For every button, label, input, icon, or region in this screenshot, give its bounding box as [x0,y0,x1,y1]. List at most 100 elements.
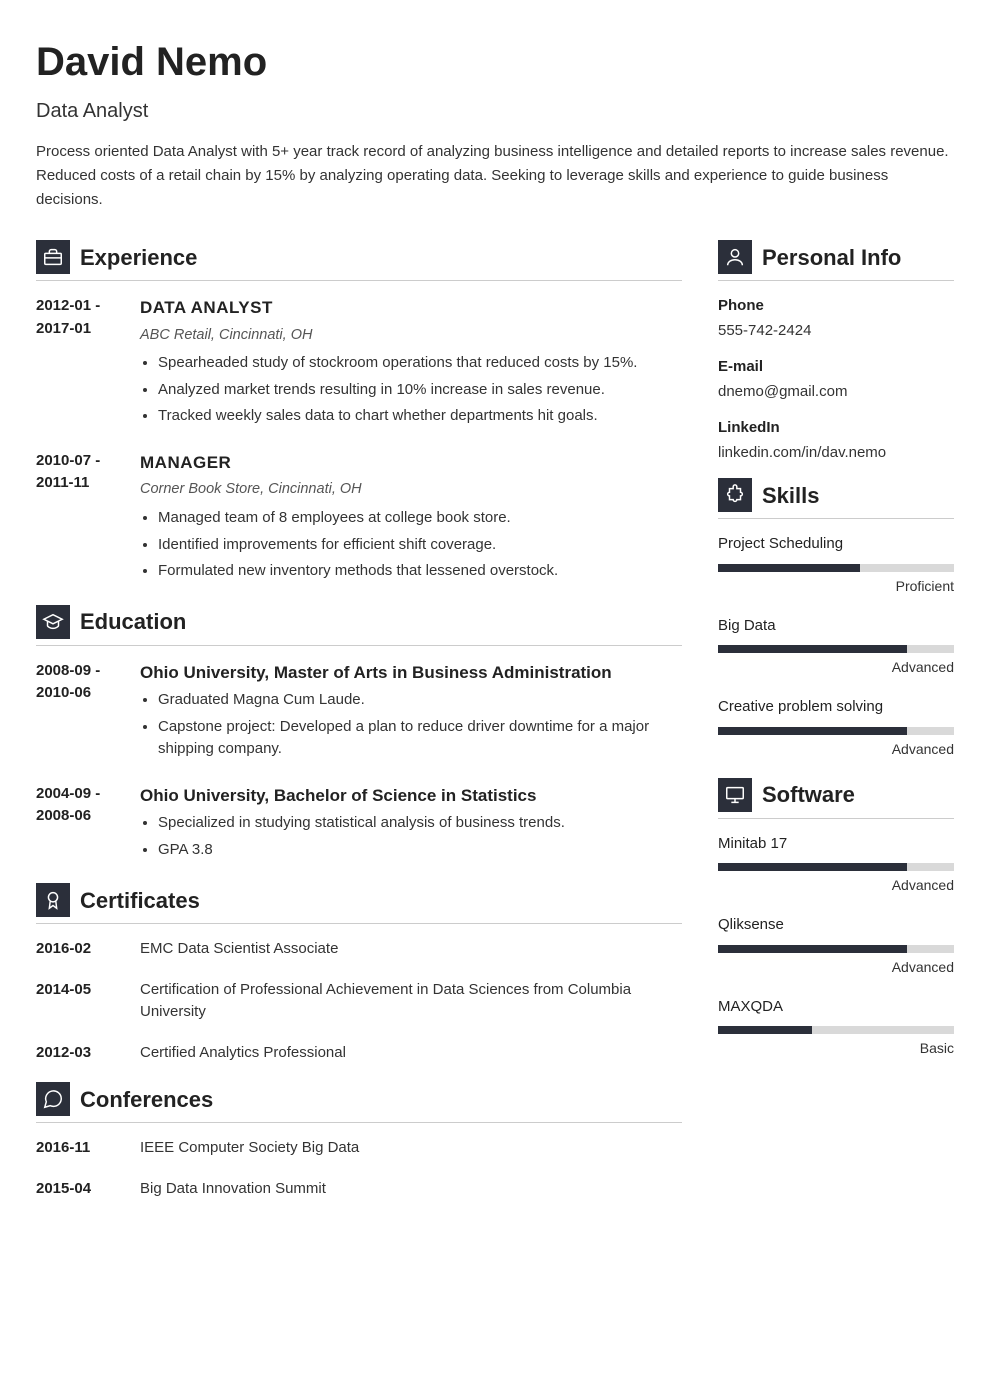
right-column: Personal Info Phone 555-742-2424 E-mail … [718,236,954,1218]
entry-dates: 2014-05 [36,979,122,1024]
entry-bullet: Managed team of 8 employees at college b… [158,507,682,530]
skill-fill [718,727,907,735]
conference-entry: 2016-11 IEEE Computer Society Big Data [36,1137,682,1160]
phone-label: Phone [718,295,954,318]
entry-school: Ohio University, Master of Arts in Busin… [140,660,682,686]
software-title: Software [762,778,855,811]
software-name: MAXQDA [718,996,954,1019]
conference-entry: 2015-04 Big Data Innovation Summit [36,1178,682,1201]
skill-fill [718,645,907,653]
software-name: Qliksense [718,914,954,937]
entry-school: Ohio University, Bachelor of Science in … [140,783,682,809]
skills-header: Skills [718,478,954,519]
entry-text: Certification of Professional Achievemen… [140,979,682,1024]
software-level: Basic [718,1038,954,1059]
entry-bullet: Analyzed market trends resulting in 10% … [158,379,682,402]
software-item: Qliksense Advanced [718,914,954,978]
entry-dates: 2012-01 - 2017-01 [36,295,122,432]
skills-title: Skills [762,479,819,512]
skill-fill [718,945,907,953]
graduation-cap-icon [36,605,70,639]
left-column: Experience 2012-01 - 2017-01 DATA ANALYS… [36,236,682,1218]
skill-bar [718,863,954,871]
monitor-icon [718,778,752,812]
software-level: Advanced [718,957,954,978]
entry-bullet: GPA 3.8 [158,839,682,862]
entry-text: EMC Data Scientist Associate [140,938,682,961]
skill-item: Big Data Advanced [718,615,954,679]
briefcase-icon [36,240,70,274]
conferences-header: Conferences [36,1082,682,1123]
certificates-header: Certificates [36,883,682,924]
personal-info-header: Personal Info [718,240,954,281]
education-entry: 2008-09 - 2010-06 Ohio University, Maste… [36,660,682,765]
software-header: Software [718,778,954,819]
entry-dates: 2008-09 - 2010-06 [36,660,122,765]
software-name: Minitab 17 [718,833,954,856]
skill-fill [718,1026,812,1034]
person-icon [718,240,752,274]
entry-bullet: Capstone project: Developed a plan to re… [158,716,682,761]
education-title: Education [80,605,186,638]
skill-bar [718,727,954,735]
phone-block: Phone 555-742-2424 [718,295,954,342]
entry-bullet: Graduated Magna Cum Laude. [158,689,682,712]
experience-entry: 2012-01 - 2017-01 DATA ANALYST ABC Retai… [36,295,682,432]
entry-dates: 2015-04 [36,1178,122,1201]
certificate-icon [36,883,70,917]
entry-bullet: Spearheaded study of stockroom operation… [158,352,682,375]
certificate-entry: 2012-03 Certified Analytics Professional [36,1042,682,1065]
entry-bullet: Specialized in studying statistical anal… [158,812,682,835]
skill-level: Advanced [718,657,954,678]
experience-header: Experience [36,240,682,281]
personal-info-title: Personal Info [762,241,901,274]
entry-dates: 2016-02 [36,938,122,961]
software-item: MAXQDA Basic [718,996,954,1060]
puzzle-icon [718,478,752,512]
entry-text: Certified Analytics Professional [140,1042,682,1065]
resume-header: David Nemo Data Analyst Process oriented… [36,32,954,212]
linkedin-label: LinkedIn [718,417,954,440]
speech-bubble-icon [36,1082,70,1116]
skill-item: Creative problem solving Advanced [718,696,954,760]
entry-dates: 2004-09 - 2008-06 [36,783,122,866]
skill-bar [718,1026,954,1034]
entry-dates: 2012-03 [36,1042,122,1065]
skill-fill [718,564,860,572]
skill-name: Project Scheduling [718,533,954,556]
linkedin-block: LinkedIn linkedin.com/in/dav.nemo [718,417,954,464]
entry-text: IEEE Computer Society Big Data [140,1137,682,1160]
skill-fill [718,863,907,871]
skill-bar [718,564,954,572]
entry-company: ABC Retail, Cincinnati, OH [140,325,682,347]
entry-text: Big Data Innovation Summit [140,1178,682,1201]
entry-dates: 2016-11 [36,1137,122,1160]
certificate-entry: 2014-05 Certification of Professional Ac… [36,979,682,1024]
experience-title: Experience [80,241,197,274]
entry-role: MANAGER [140,450,682,476]
conferences-title: Conferences [80,1083,213,1116]
skill-bar [718,945,954,953]
candidate-name: David Nemo [36,32,954,92]
candidate-title: Data Analyst [36,96,954,126]
email-value: dnemo@gmail.com [718,381,954,404]
phone-value: 555-742-2424 [718,320,954,343]
skill-name: Creative problem solving [718,696,954,719]
candidate-summary: Process oriented Data Analyst with 5+ ye… [36,140,954,212]
experience-entry: 2010-07 - 2011-11 MANAGER Corner Book St… [36,450,682,587]
linkedin-value: linkedin.com/in/dav.nemo [718,442,954,465]
entry-bullet: Tracked weekly sales data to chart wheth… [158,405,682,428]
entry-role: DATA ANALYST [140,295,682,321]
education-entry: 2004-09 - 2008-06 Ohio University, Bache… [36,783,682,866]
skill-bar [718,645,954,653]
email-block: E-mail dnemo@gmail.com [718,356,954,403]
software-level: Advanced [718,875,954,896]
skill-level: Proficient [718,576,954,597]
entry-dates: 2010-07 - 2011-11 [36,450,122,587]
email-label: E-mail [718,356,954,379]
certificates-title: Certificates [80,884,200,917]
entry-company: Corner Book Store, Cincinnati, OH [140,479,682,501]
entry-bullet: Formulated new inventory methods that le… [158,560,682,583]
skill-level: Advanced [718,739,954,760]
software-item: Minitab 17 Advanced [718,833,954,897]
